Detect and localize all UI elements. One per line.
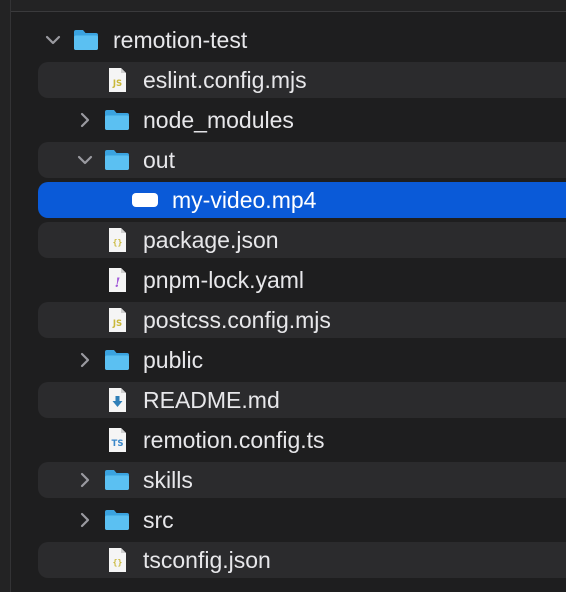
tree-item-label: skills (143, 467, 193, 493)
tree-item-tsconfig[interactable]: {} tsconfig.json (0, 542, 566, 578)
yaml-file-icon: ! (103, 267, 131, 293)
js-file-icon: JS (103, 67, 131, 93)
chevron-down-icon[interactable] (76, 150, 94, 170)
chevron-down-icon[interactable] (44, 30, 62, 50)
svg-text:{}: {} (113, 558, 123, 567)
json-file-icon: {} (103, 227, 131, 253)
tree-item-label: package.json (143, 227, 279, 253)
tree-item-readme[interactable]: README.md (0, 382, 566, 418)
svg-text:!: ! (115, 276, 121, 291)
svg-text:JS: JS (112, 319, 122, 329)
tree-item-remotion-test[interactable]: remotion-test (0, 22, 566, 58)
tree-item-label: eslint.config.mjs (143, 67, 307, 93)
svg-text:{}: {} (113, 238, 123, 247)
tree-item-label: README.md (143, 387, 280, 413)
video-file-icon (131, 187, 159, 213)
chevron-right-icon[interactable] (76, 110, 94, 130)
svg-text:JS: JS (112, 79, 122, 89)
tree-item-pnpm-lock[interactable]: ! pnpm-lock.yaml (0, 262, 566, 298)
tree-item-skills[interactable]: skills (0, 462, 566, 498)
tree-item-label: node_modules (143, 107, 294, 133)
file-explorer-window: remotion-test JS eslint.config.mjs node_… (0, 0, 566, 592)
tree-item-out[interactable]: out (0, 142, 566, 178)
tree-item-eslint-config[interactable]: JS eslint.config.mjs (0, 62, 566, 98)
chevron-right-icon[interactable] (76, 350, 94, 370)
tree-item-label: src (143, 507, 174, 533)
markdown-file-icon (103, 387, 131, 413)
tree-item-label: my-video.mp4 (172, 187, 317, 213)
svg-text:TS: TS (112, 439, 124, 449)
tree-item-label: remotion-test (113, 27, 248, 53)
tree-item-label: pnpm-lock.yaml (143, 267, 305, 293)
top-panel-edge (0, 0, 566, 12)
tree-item-my-video[interactable]: my-video.mp4 (0, 182, 566, 218)
ts-file-icon: TS (103, 427, 131, 453)
json-file-icon: {} (103, 547, 131, 573)
tree-item-label: out (143, 147, 175, 173)
folder-icon (103, 147, 131, 173)
tree-item-package-json[interactable]: {} package.json (0, 222, 566, 258)
chevron-right-icon[interactable] (76, 510, 94, 530)
tree-item-public[interactable]: public (0, 342, 566, 378)
tree-item-src[interactable]: src (0, 502, 566, 538)
tree-item-remotion-config[interactable]: TS remotion.config.ts (0, 422, 566, 458)
folder-icon (103, 467, 131, 493)
folder-icon (103, 507, 131, 533)
chevron-right-icon[interactable] (76, 470, 94, 490)
tree-item-label: tsconfig.json (143, 547, 271, 573)
tree-item-label: postcss.config.mjs (143, 307, 331, 333)
folder-icon (103, 107, 131, 133)
folder-icon (72, 27, 100, 53)
folder-icon (103, 347, 131, 373)
tree-item-label: public (143, 347, 204, 373)
tree-item-postcss-config[interactable]: JS postcss.config.mjs (0, 302, 566, 338)
file-tree: remotion-test JS eslint.config.mjs node_… (0, 22, 566, 582)
tree-item-label: remotion.config.ts (143, 427, 325, 453)
js-file-icon: JS (103, 307, 131, 333)
tree-item-node-modules[interactable]: node_modules (0, 102, 566, 138)
